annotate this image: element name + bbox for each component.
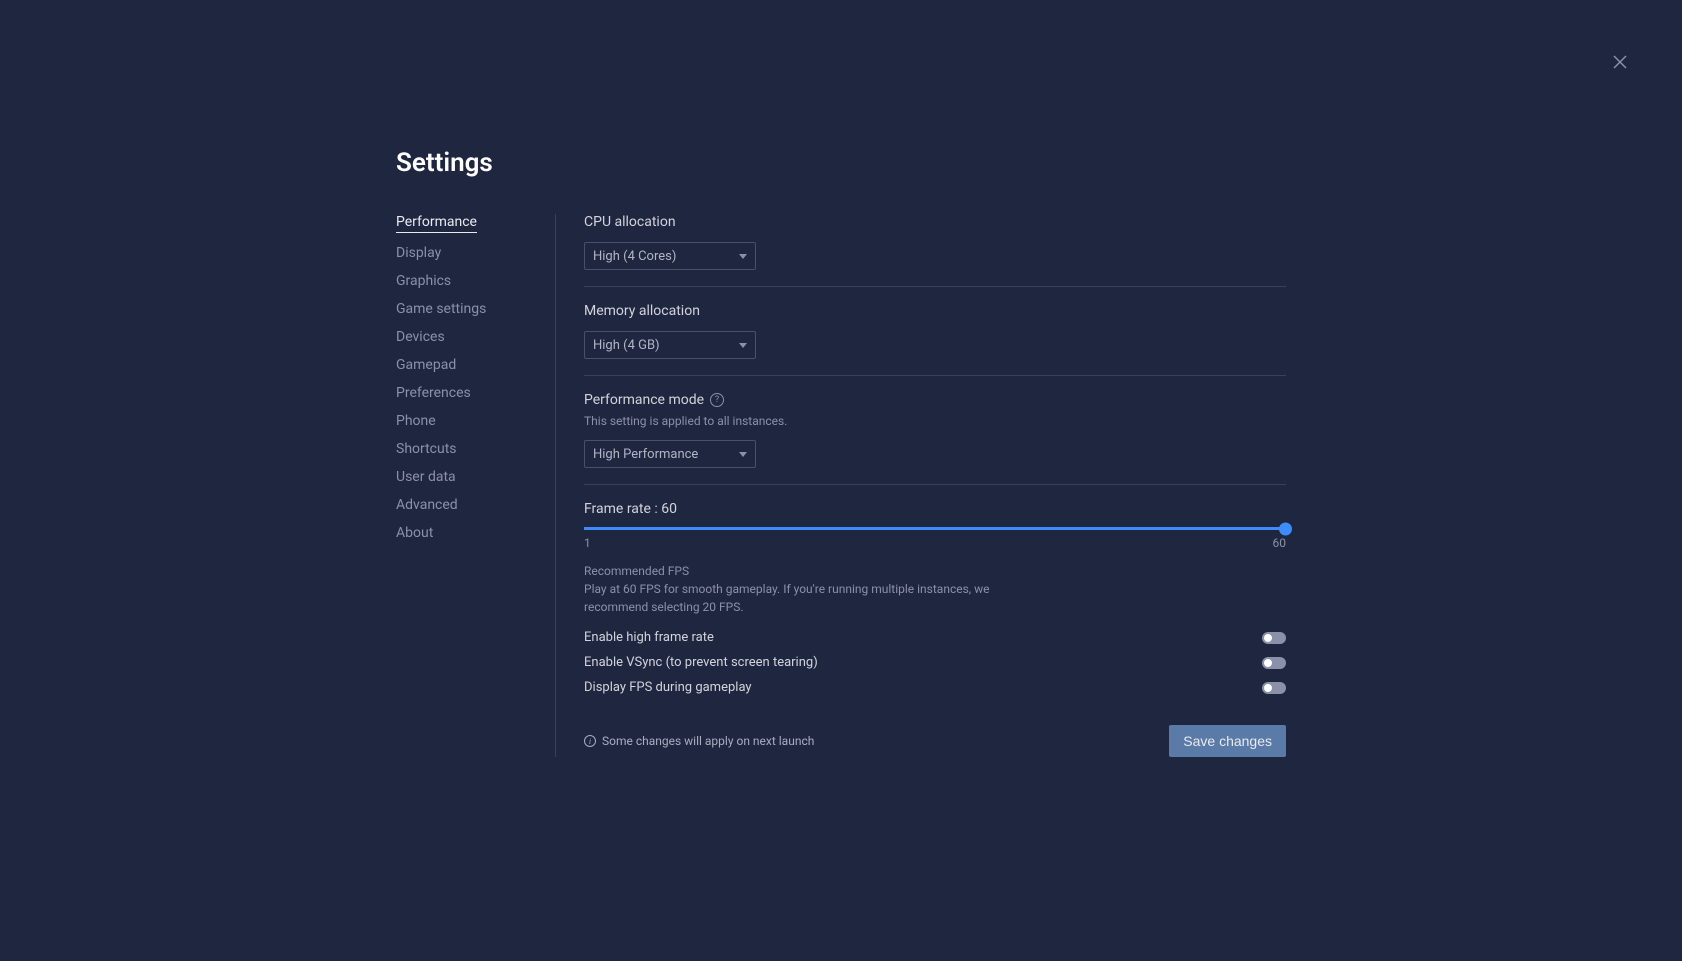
frame-rate-max: 60 xyxy=(1273,536,1287,550)
memory-allocation-dropdown[interactable]: High (4 GB) xyxy=(584,331,756,359)
recommended-fps-title: Recommended FPS xyxy=(584,564,1286,578)
slider-thumb[interactable] xyxy=(1279,522,1292,535)
sidebar-item-phone[interactable]: Phone xyxy=(396,413,436,429)
memory-allocation-label: Memory allocation xyxy=(584,303,1286,319)
sidebar-item-game-settings[interactable]: Game settings xyxy=(396,301,486,317)
sidebar-item-display[interactable]: Display xyxy=(396,245,441,261)
sidebar-item-preferences[interactable]: Preferences xyxy=(396,385,471,401)
frame-rate-slider[interactable] xyxy=(584,527,1286,530)
memory-allocation-value: High (4 GB) xyxy=(593,338,660,353)
toggle-knob xyxy=(1264,634,1272,642)
performance-mode-dropdown[interactable]: High Performance xyxy=(584,440,756,468)
cpu-allocation-dropdown[interactable]: High (4 Cores) xyxy=(584,242,756,270)
sidebar-item-user-data[interactable]: User data xyxy=(396,469,456,485)
close-button[interactable] xyxy=(1606,48,1634,76)
vsync-toggle[interactable] xyxy=(1262,657,1286,669)
sidebar-item-graphics[interactable]: Graphics xyxy=(396,273,451,289)
frame-rate-label: Frame rate : 60 xyxy=(584,501,1286,517)
sidebar-item-advanced[interactable]: Advanced xyxy=(396,497,458,513)
frame-rate-min: 1 xyxy=(584,536,591,550)
toggle-knob xyxy=(1264,684,1272,692)
display-fps-toggle[interactable] xyxy=(1262,682,1286,694)
close-icon xyxy=(1612,54,1628,70)
settings-panel: CPU allocation High (4 Cores) Memory all… xyxy=(556,214,1286,757)
sidebar-item-gamepad[interactable]: Gamepad xyxy=(396,357,456,373)
cpu-allocation-label: CPU allocation xyxy=(584,214,1286,230)
sidebar: Performance Display Graphics Game settin… xyxy=(396,214,556,757)
help-icon[interactable]: ? xyxy=(710,393,724,407)
sidebar-item-shortcuts[interactable]: Shortcuts xyxy=(396,441,457,457)
cpu-allocation-value: High (4 Cores) xyxy=(593,249,676,264)
chevron-down-icon xyxy=(739,343,747,348)
page-title: Settings xyxy=(396,148,1286,178)
sidebar-item-devices[interactable]: Devices xyxy=(396,329,445,345)
recommended-fps-text: Play at 60 FPS for smooth gameplay. If y… xyxy=(584,580,1024,616)
info-icon: i xyxy=(584,735,596,747)
sidebar-item-performance[interactable]: Performance xyxy=(396,214,477,233)
footer-note: i Some changes will apply on next launch xyxy=(584,734,814,748)
save-changes-button[interactable]: Save changes xyxy=(1169,725,1286,757)
high-frame-rate-label: Enable high frame rate xyxy=(584,630,714,645)
chevron-down-icon xyxy=(739,452,747,457)
performance-mode-label: Performance mode ? xyxy=(584,392,1286,408)
performance-mode-value: High Performance xyxy=(593,447,698,462)
sidebar-item-about[interactable]: About xyxy=(396,525,433,541)
vsync-label: Enable VSync (to prevent screen tearing) xyxy=(584,655,818,670)
chevron-down-icon xyxy=(739,254,747,259)
display-fps-label: Display FPS during gameplay xyxy=(584,680,752,695)
performance-mode-subtext: This setting is applied to all instances… xyxy=(584,414,1286,428)
high-frame-rate-toggle[interactable] xyxy=(1262,632,1286,644)
toggle-knob xyxy=(1264,659,1272,667)
